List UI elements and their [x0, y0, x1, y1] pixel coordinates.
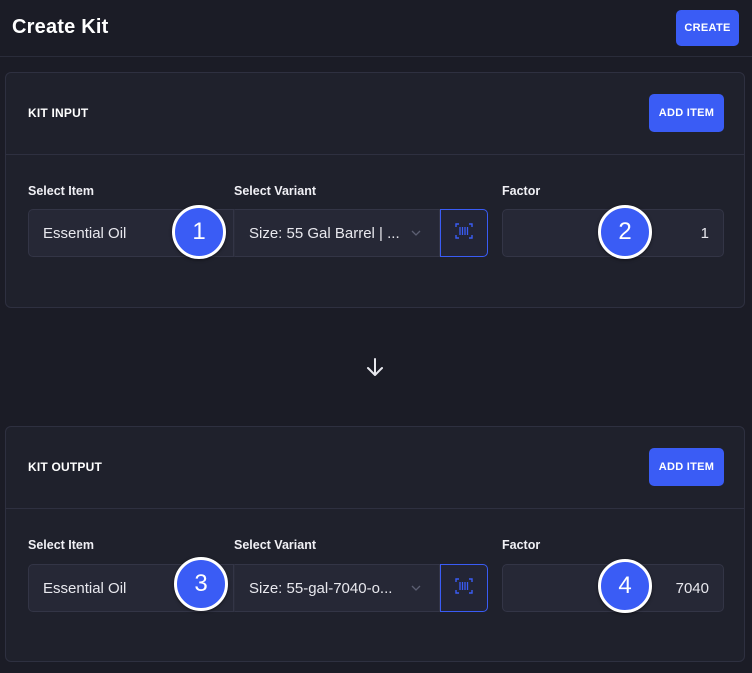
factor-label: Factor: [502, 184, 541, 198]
output-item-value: Essential Oil: [43, 579, 127, 597]
add-item-input-button[interactable]: ADD ITEM: [649, 94, 724, 132]
chevron-down-icon: [411, 582, 421, 594]
output-factor-value: 7040: [675, 579, 709, 597]
arrow-down-icon: [364, 356, 386, 378]
annotation-badge-3: 3: [174, 557, 228, 611]
input-variant-select[interactable]: Size: 55 Gal Barrel | ...: [234, 209, 440, 257]
output-variant-value: Size: 55-gal-7040-o...: [249, 579, 393, 597]
page-header: Create Kit CREATE: [0, 0, 752, 57]
annotation-badge-2: 2: [598, 205, 652, 259]
select-variant-label: Select Variant: [234, 184, 316, 198]
select-variant-label: Select Variant: [234, 538, 316, 552]
annotation-badge-1: 1: [172, 205, 226, 259]
input-variant-value: Size: 55 Gal Barrel | ...: [249, 224, 400, 242]
add-item-output-button[interactable]: ADD ITEM: [649, 448, 724, 486]
kit-input-panel: KIT INPUT ADD ITEM Select Item Select Va…: [5, 72, 745, 308]
page-title: Create Kit: [12, 16, 109, 38]
select-item-label: Select Item: [28, 538, 95, 552]
kit-output-header: KIT OUTPUT ADD ITEM: [6, 427, 744, 509]
kit-output-panel: KIT OUTPUT ADD ITEM Select Item Select V…: [5, 426, 745, 662]
output-scan-button[interactable]: [440, 564, 488, 612]
factor-label: Factor: [502, 538, 541, 552]
barcode-scan-icon: [455, 223, 473, 243]
select-item-label: Select Item: [28, 184, 95, 198]
kit-input-title: KIT INPUT: [28, 106, 89, 120]
create-button[interactable]: CREATE: [676, 10, 739, 46]
output-variant-select[interactable]: Size: 55-gal-7040-o...: [234, 564, 440, 612]
chevron-down-icon: [411, 227, 421, 239]
kit-input-header: KIT INPUT ADD ITEM: [6, 73, 744, 155]
kit-output-title: KIT OUTPUT: [28, 460, 102, 474]
input-item-value: Essential Oil: [43, 224, 127, 242]
input-scan-button[interactable]: [440, 209, 488, 257]
barcode-scan-icon: [455, 578, 473, 598]
input-factor-value: 1: [700, 224, 709, 242]
annotation-badge-4: 4: [598, 559, 652, 613]
